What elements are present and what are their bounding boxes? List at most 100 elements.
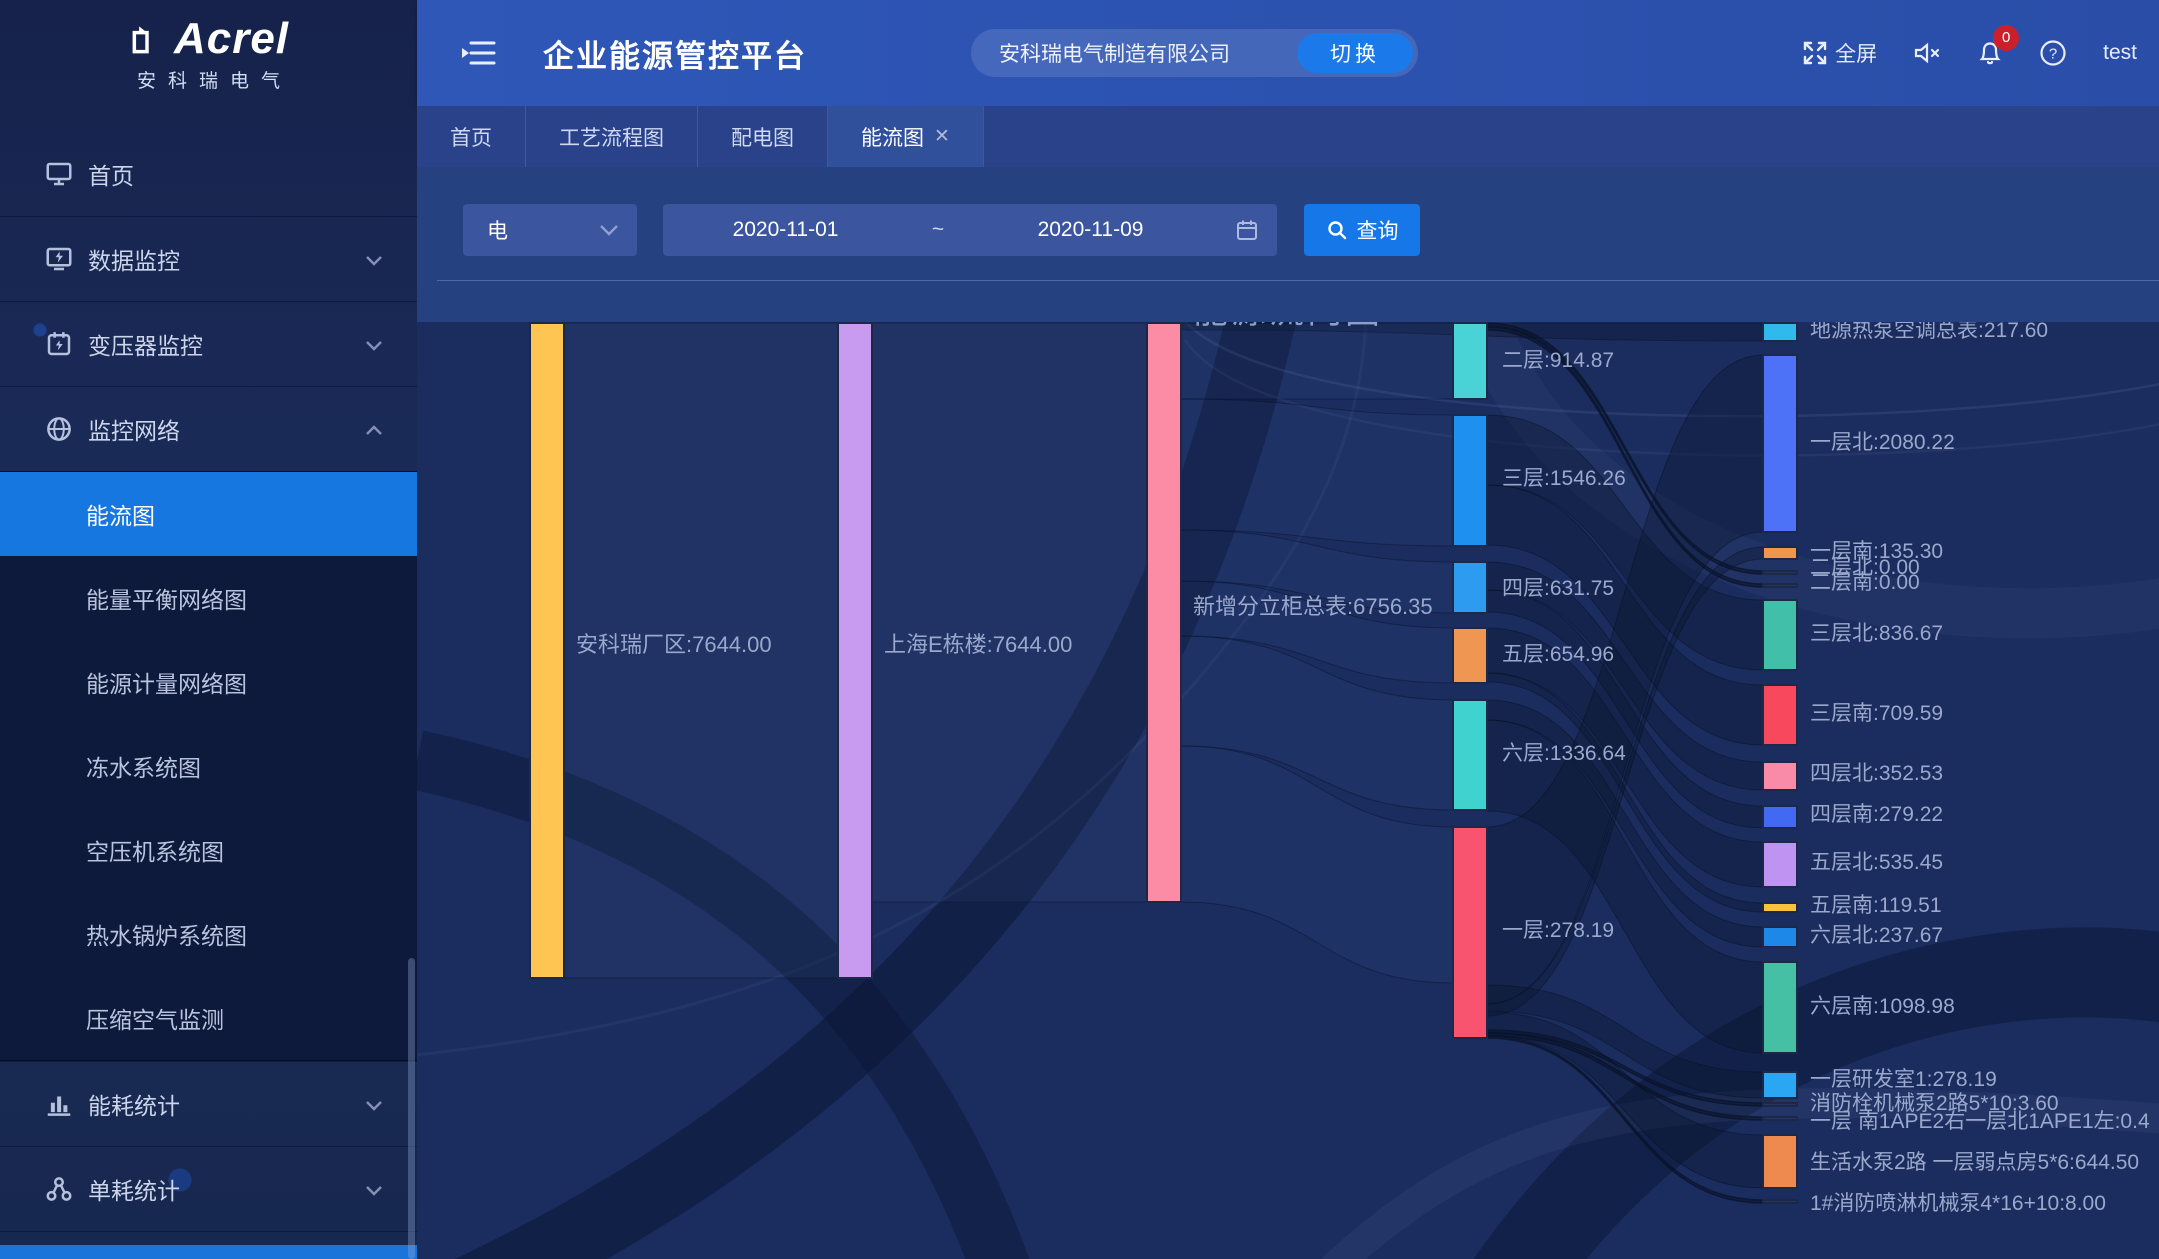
sidebar-item-energy-balance-network[interactable]: 能量平衡网络图 bbox=[0, 556, 417, 640]
tab-process-flow-diagram[interactable]: 工艺流程图 bbox=[526, 106, 698, 167]
header: 企业能源管控平台 安科瑞电气制造有限公司 切换 全屏 0 bbox=[417, 0, 2159, 106]
notification-badge: 0 bbox=[1993, 25, 2019, 51]
chevron-down-icon bbox=[365, 331, 383, 358]
sidebar-item-unit-consumption-stats[interactable]: 单耗统计 bbox=[0, 1146, 417, 1231]
tab-label: 首页 bbox=[450, 122, 492, 152]
sankey-node-ape[interactable] bbox=[1763, 1117, 1797, 1120]
sankey-node-shb[interactable] bbox=[1763, 1135, 1797, 1188]
chevron-down-icon bbox=[365, 1176, 383, 1203]
sankey-node-f3[interactable] bbox=[1453, 415, 1487, 546]
sidebar-item-data-monitoring[interactable]: 数据监控 bbox=[0, 216, 417, 301]
sankey-node-changqu[interactable] bbox=[530, 323, 564, 978]
sidebar-item-label: 数据监控 bbox=[88, 242, 180, 276]
sankey-node-f2[interactable] bbox=[1453, 323, 1487, 399]
filter-bar: 电 2020-11-01 ~ 2020-11-09 查询 bbox=[417, 167, 2159, 322]
sankey-node-f4[interactable] bbox=[1453, 562, 1487, 613]
sankey-node-f4n[interactable] bbox=[1763, 762, 1797, 790]
sankey-node-label-f4s: 四层南:279.22 bbox=[1810, 803, 1943, 826]
sidebar-item-home[interactable]: 首页 bbox=[0, 131, 417, 216]
sankey-link-fenligui-f4 bbox=[1181, 530, 1453, 613]
sankey-node-f5s[interactable] bbox=[1763, 903, 1797, 912]
sidebar-item-chilled-water-system[interactable]: 冻水系统图 bbox=[0, 724, 417, 808]
unit-stat-icon bbox=[44, 1174, 74, 1204]
date-start-value[interactable]: 2020-11-01 bbox=[663, 218, 908, 242]
sidebar-item-transformer-monitoring[interactable]: 变压器监控 bbox=[0, 301, 417, 386]
mute-button[interactable] bbox=[1913, 40, 1941, 66]
sankey-node-f2s[interactable] bbox=[1763, 584, 1797, 587]
sankey-node-label-f6: 六层:1336.64 bbox=[1502, 742, 1626, 765]
sankey-node-yfs[interactable] bbox=[1763, 1072, 1797, 1098]
sankey-node-f5[interactable] bbox=[1453, 628, 1487, 683]
sankey-node-f6n[interactable] bbox=[1763, 927, 1797, 947]
sankey-node-f3s[interactable] bbox=[1763, 685, 1797, 745]
sankey-node-f6s[interactable] bbox=[1763, 962, 1797, 1053]
sankey-link-fenligui-f1 bbox=[1181, 746, 1453, 983]
sidebar-item-energy-metering-network[interactable]: 能源计量网络图 bbox=[0, 640, 417, 724]
sidebar-item-hot-water-boiler-system[interactable]: 热水锅炉系统图 bbox=[0, 892, 417, 976]
sankey-node-fenligui[interactable] bbox=[1147, 323, 1181, 902]
sidebar-item-compressed-air-monitoring[interactable]: 压缩空气监测 bbox=[0, 976, 417, 1060]
sankey-node-f4s[interactable] bbox=[1763, 806, 1797, 828]
sankey-node-xfs[interactable] bbox=[1763, 1103, 1797, 1106]
sankey-node-label-f6n: 六层北:237.67 bbox=[1810, 924, 1943, 947]
sidebar-bottom-item-partial[interactable] bbox=[0, 1245, 417, 1259]
sankey-node-label-f6s: 六层南:1098.98 bbox=[1810, 995, 1955, 1018]
sidebar-item-label: 首页 bbox=[88, 157, 134, 191]
collapse-sidebar-icon[interactable] bbox=[461, 38, 497, 68]
sankey-node-label-elou: 上海E栋楼:7644.00 bbox=[884, 632, 1072, 657]
svg-text:?: ? bbox=[2049, 46, 2057, 63]
tab-energy-flow-diagram[interactable]: 能流图 ✕ bbox=[828, 106, 984, 167]
sankey-node-label-f2: 二层:914.87 bbox=[1502, 349, 1614, 372]
sankey-node-label-f3s: 三层南:709.59 bbox=[1810, 702, 1943, 725]
sankey-link-f3-f3s bbox=[1487, 485, 1763, 745]
notifications-button[interactable]: 0 bbox=[1977, 39, 2003, 67]
sankey-node-label-f3: 三层:1546.26 bbox=[1502, 467, 1626, 490]
sankey-node-pl[interactable] bbox=[1763, 1200, 1797, 1203]
brand-name: Acrel bbox=[174, 14, 289, 64]
sankey-node-f2n[interactable] bbox=[1763, 571, 1797, 574]
query-label: 查询 bbox=[1357, 215, 1399, 245]
switch-company-button[interactable]: 切换 bbox=[1297, 33, 1413, 73]
sankey-node-label-f5s: 五层南:119.51 bbox=[1810, 894, 1942, 917]
query-button[interactable]: 查询 bbox=[1304, 204, 1420, 256]
date-end-value[interactable]: 2020-11-09 bbox=[968, 218, 1213, 242]
sankey-node-f1s[interactable] bbox=[1763, 547, 1797, 559]
sankey-node-f5n[interactable] bbox=[1763, 842, 1797, 887]
sankey-link-f1-shb bbox=[1487, 1012, 1763, 1188]
sankey-node-label-ape: 一层 南1APE2右一层北1APE1左:0.4 bbox=[1810, 1110, 2150, 1133]
sidebar-item-energy-flow-diagram[interactable]: 能流图 bbox=[0, 472, 417, 556]
username[interactable]: test bbox=[2103, 41, 2137, 65]
tab-distribution-diagram[interactable]: 配电图 bbox=[698, 106, 828, 167]
brand-subtitle: 安科瑞电气 bbox=[137, 66, 292, 93]
sankey-link-fenligui-f6 bbox=[1181, 636, 1453, 810]
sankey-node-f6[interactable] bbox=[1453, 700, 1487, 810]
fullscreen-button[interactable]: 全屏 bbox=[1802, 38, 1877, 68]
energy-type-select[interactable]: 电 bbox=[463, 204, 637, 256]
sankey-link-fenligui-f2 bbox=[1181, 323, 1453, 399]
tab-label: 工艺流程图 bbox=[559, 122, 664, 152]
tab-label: 能流图 bbox=[861, 122, 924, 152]
date-range-picker[interactable]: 2020-11-01 ~ 2020-11-09 bbox=[663, 204, 1277, 256]
sidebar: Acrel 安科瑞电气 首页数据监控变压器监控监控网络能流图能量平衡网络图能源计… bbox=[0, 0, 417, 1259]
sankey-node-f1n[interactable] bbox=[1763, 355, 1797, 532]
question-icon: ? bbox=[2039, 39, 2067, 67]
sankey-link-fenligui-f5 bbox=[1181, 581, 1453, 683]
sankey-node-f3n[interactable] bbox=[1763, 600, 1797, 670]
sankey-link-f1-ape bbox=[1487, 1033, 1763, 1120]
sidebar-item-label: 能耗统计 bbox=[88, 1087, 180, 1121]
tab-home[interactable]: 首页 bbox=[417, 106, 526, 167]
close-tab-icon[interactable]: ✕ bbox=[934, 125, 950, 148]
sankey-node-label-yfs: 一层研发室1:278.19 bbox=[1810, 1068, 1997, 1091]
sidebar-item-label: 变压器监控 bbox=[88, 327, 203, 361]
sankey-node-f1[interactable] bbox=[1453, 827, 1487, 1038]
sidebar-item-energy-consumption-stats[interactable]: 能耗统计 bbox=[0, 1061, 417, 1146]
calendar-icon bbox=[1235, 218, 1259, 242]
help-button[interactable]: ? bbox=[2039, 39, 2067, 67]
sidebar-item-monitoring-network[interactable]: 监控网络 bbox=[0, 386, 417, 471]
sidebar-item-air-compressor-system[interactable]: 空压机系统图 bbox=[0, 808, 417, 892]
sankey-node-elou[interactable] bbox=[838, 323, 872, 978]
company-selector: 安科瑞电气制造有限公司 切换 bbox=[971, 29, 1418, 77]
sankey-link-f1-pl bbox=[1487, 1036, 1763, 1203]
sankey-link-f5-f5s bbox=[1487, 673, 1763, 912]
sidebar-scrollbar[interactable] bbox=[408, 958, 415, 1259]
